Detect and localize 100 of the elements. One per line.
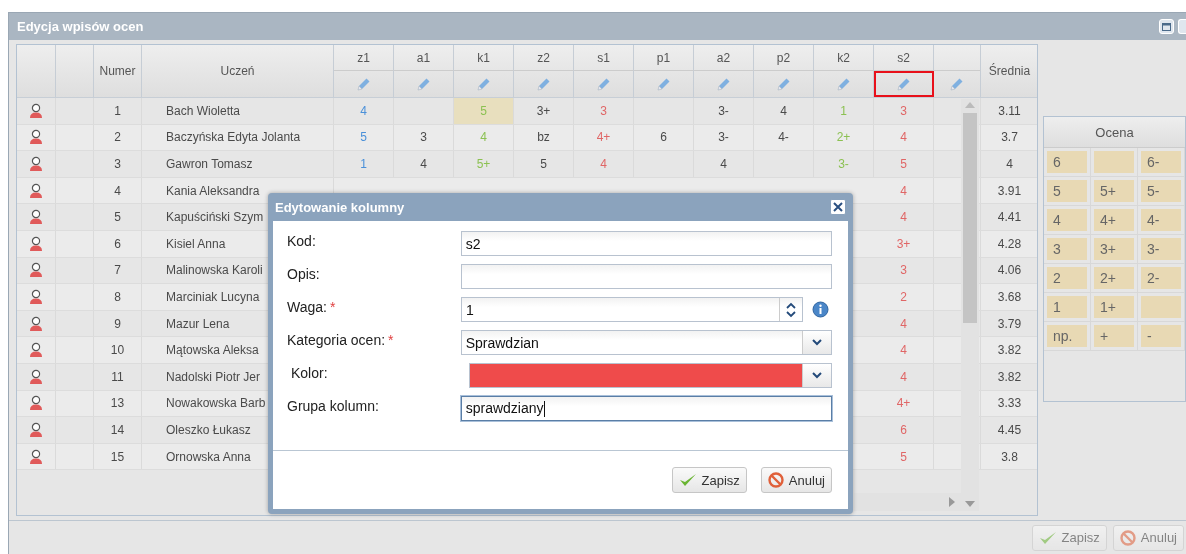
grade-value[interactable]: bz	[537, 130, 550, 145]
grade-value[interactable]: 3	[420, 130, 427, 145]
column-header[interactable]: z2	[514, 45, 574, 71]
scroll-up-icon[interactable]	[965, 102, 975, 108]
grade-key[interactable]: 3+	[1094, 238, 1134, 260]
close-button[interactable]	[830, 199, 846, 215]
grade-key[interactable]: +	[1094, 325, 1134, 347]
row-number: 6	[94, 230, 142, 257]
grade-value[interactable]: 3	[900, 263, 907, 278]
blank-key[interactable]	[1141, 296, 1181, 318]
grade-key[interactable]: 4+	[1094, 209, 1134, 231]
grade-value[interactable]: 3+	[896, 236, 911, 251]
grade-value[interactable]: 4	[780, 103, 787, 118]
column-header[interactable]: a2	[694, 45, 754, 71]
average-value: 3.79	[981, 310, 1037, 337]
column-header[interactable]: p2	[754, 45, 814, 71]
pencil-icon[interactable]	[596, 77, 611, 91]
column-header[interactable]: z1	[334, 45, 394, 71]
grade-value[interactable]: 6	[660, 130, 667, 145]
scroll-right-icon[interactable]	[949, 497, 955, 507]
grade-value[interactable]: 3	[600, 103, 607, 118]
blank-key[interactable]	[1094, 151, 1134, 173]
grade-value[interactable]: 1	[360, 157, 367, 171]
grade-value[interactable]: 4	[900, 369, 907, 384]
grade-value[interactable]: 4	[360, 103, 367, 118]
grade-key[interactable]: 3	[1047, 238, 1087, 260]
cancel-icon	[767, 472, 784, 488]
grade-value[interactable]: 3-	[718, 103, 729, 118]
info-icon[interactable]	[812, 301, 829, 318]
vertical-scrollbar[interactable]	[961, 99, 979, 511]
grade-value[interactable]: 3-	[718, 130, 729, 145]
pencil-icon[interactable]	[776, 77, 791, 91]
grade-value[interactable]: 4	[600, 157, 607, 171]
pencil-icon[interactable]	[476, 77, 491, 91]
grade-value[interactable]: 3	[900, 103, 907, 118]
grade-value[interactable]: 4	[720, 157, 727, 171]
grade-value[interactable]: 4	[420, 157, 427, 171]
grade-value[interactable]: 5	[900, 449, 907, 464]
grade-key[interactable]: np.	[1047, 325, 1087, 347]
grade-value[interactable]: 4	[900, 343, 907, 358]
grade-key[interactable]: 5	[1047, 180, 1087, 202]
spinner-arrows-icon[interactable]	[786, 301, 796, 318]
grade-value[interactable]: 2	[900, 289, 907, 304]
column-header[interactable]: s1	[574, 45, 634, 71]
user-icon	[29, 368, 43, 385]
column-header[interactable]: a1	[394, 45, 454, 71]
column-header[interactable]: p1	[634, 45, 694, 71]
scroll-down-icon[interactable]	[965, 501, 975, 507]
grade-key[interactable]: 5+	[1094, 180, 1134, 202]
pencil-icon[interactable]	[356, 77, 371, 91]
text-field[interactable]	[460, 264, 832, 289]
grade-key[interactable]: 6	[1047, 151, 1087, 173]
grade-key[interactable]: 5-	[1141, 180, 1181, 202]
maximize-button[interactable]	[1159, 19, 1174, 34]
column-header: Uczeń	[142, 45, 334, 97]
grade-key[interactable]: 2	[1047, 267, 1087, 289]
grade-value[interactable]: 3+	[536, 103, 551, 118]
grade-key[interactable]: 2-	[1141, 267, 1181, 289]
text-field[interactable]: s2	[460, 231, 832, 256]
grade-key[interactable]: 3-	[1141, 238, 1181, 260]
cancel-button[interactable]: Anuluj	[760, 467, 832, 493]
grade-key[interactable]: 1+	[1094, 296, 1134, 318]
grade-value[interactable]: 6	[900, 422, 907, 437]
grade-value[interactable]: 5	[900, 157, 907, 171]
grade-value[interactable]: 4	[900, 183, 907, 198]
pencil-icon[interactable]	[716, 77, 731, 91]
grade-value[interactable]: 4	[900, 130, 907, 145]
pencil-icon[interactable]	[536, 77, 551, 91]
grade-key[interactable]: 4	[1047, 209, 1087, 231]
category-dropdown[interactable]: Sprawdzian	[460, 330, 832, 355]
grade-value[interactable]: 5	[360, 130, 367, 145]
column-header[interactable]: k1	[454, 45, 514, 71]
column-header[interactable]: s2	[874, 45, 934, 71]
horizontal-scrollbar[interactable]	[854, 493, 961, 511]
grade-key[interactable]: 4-	[1141, 209, 1181, 231]
grade-key[interactable]: 2+	[1094, 267, 1134, 289]
column-header[interactable]: k2	[814, 45, 874, 71]
grade-key[interactable]: 6-	[1141, 151, 1181, 173]
grade-value[interactable]: 4	[900, 210, 907, 225]
pencil-icon[interactable]	[897, 77, 911, 91]
grade-value[interactable]: 4	[900, 316, 907, 331]
caret-icon	[812, 339, 822, 346]
grade-value[interactable]: 4-	[778, 130, 789, 145]
color-picker[interactable]	[469, 363, 832, 388]
grade-value[interactable]: 4+	[896, 396, 911, 411]
grade-value[interactable]: 4+	[596, 130, 611, 145]
save-button[interactable]: Zapisz	[671, 467, 747, 493]
pencil-icon[interactable]	[950, 77, 964, 91]
grade-value[interactable]: 5	[540, 157, 547, 171]
row-number: 15	[94, 443, 142, 470]
text-field[interactable]: sprawdziany	[460, 396, 832, 421]
pencil-icon[interactable]	[416, 77, 431, 91]
grade-key[interactable]: -	[1141, 325, 1181, 347]
number-field[interactable]: 1	[461, 297, 803, 322]
pencil-icon[interactable]	[836, 77, 851, 91]
pencil-icon[interactable]	[656, 77, 671, 91]
user-icon	[29, 182, 43, 199]
row-number: 4	[94, 177, 142, 204]
user-icon	[29, 421, 43, 438]
grade-key[interactable]: 1	[1047, 296, 1087, 318]
